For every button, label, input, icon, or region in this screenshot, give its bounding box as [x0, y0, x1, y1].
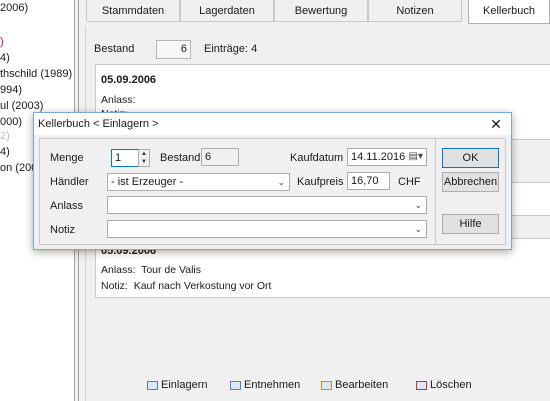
dialog-form: Menge 1 ▲ ▼ Bestand 6 Kaufdatum 14.11.201…: [39, 138, 506, 245]
loeschen-button[interactable]: Löschen: [416, 376, 472, 394]
wine-list-item[interactable]: 000): [0, 116, 22, 128]
bearbeiten-icon: [321, 380, 332, 390]
wine-list-item[interactable]: 4): [0, 146, 10, 158]
wine-list-item[interactable]: 2006): [0, 2, 28, 14]
calendar-icon[interactable]: ▤▾: [409, 149, 423, 165]
tab-notizen[interactable]: Notizen: [368, 0, 462, 22]
kaufpreis-input[interactable]: 16,70: [347, 172, 390, 190]
entry-notiz-label: Notiz:: [101, 280, 128, 292]
entry-anlass-label: Anlass:: [101, 94, 136, 106]
entry-anlass-label: Anlass:: [101, 264, 136, 276]
dialog-separator: [435, 139, 436, 244]
spin-arrows-icon[interactable]: ▲ ▼: [138, 149, 150, 167]
notiz-combo[interactable]: ⌄: [107, 220, 427, 238]
chevron-down-icon: ⌄: [414, 200, 422, 210]
menge-label: Menge: [50, 152, 84, 164]
einlagern-dialog: Kellerbuch < Einlagern > ✕ Menge 1 ▲ ▼ Be…: [33, 112, 512, 250]
bestand-field: 6: [201, 148, 239, 166]
kaufdatum-picker[interactable]: 14.11.2016 ▤▾: [347, 148, 427, 166]
menge-input[interactable]: 1: [111, 149, 139, 167]
dialog-title: Kellerbuch < Einlagern >: [38, 118, 159, 130]
einlagern-icon: [147, 380, 158, 390]
entry-notiz: Notiz: Kauf nach Verkostung vor Ort: [101, 280, 271, 292]
wine-list-item[interactable]: ul (2003): [0, 100, 43, 112]
button-label: Entnehmen: [244, 379, 301, 391]
tab-bewertung[interactable]: Bewertung: [274, 0, 368, 22]
haendler-value: - ist Erzeuger -: [111, 176, 184, 188]
tab-lagerdaten[interactable]: Lagerdaten: [180, 0, 274, 22]
button-label: Löschen: [430, 379, 472, 391]
button-label: Bearbeiten: [335, 379, 389, 391]
wine-list-item[interactable]: ): [0, 36, 4, 48]
wine-list-item[interactable]: 4): [0, 52, 10, 64]
button-label: Einlagern: [161, 379, 208, 391]
bestand-value: 6: [156, 40, 191, 59]
entnehmen-icon: [230, 380, 241, 390]
dialog-title-bar[interactable]: Kellerbuch < Einlagern > ✕: [34, 113, 511, 135]
entry-date: 05.09.2006: [101, 74, 157, 86]
loeschen-icon: [416, 380, 427, 390]
wine-list-item[interactable]: 994): [0, 84, 22, 96]
kaufdatum-label: Kaufdatum: [290, 152, 344, 164]
einlagern-button[interactable]: Einlagern: [147, 376, 207, 394]
kaufpreis-label: Kaufpreis: [297, 176, 344, 188]
haendler-select[interactable]: - ist Erzeuger - ⌄: [107, 173, 290, 191]
anlass-label: Anlass: [50, 200, 84, 212]
haendler-label: Händler: [50, 176, 89, 188]
entry-notiz-value: Kauf nach Verkostung vor Ort: [133, 280, 272, 292]
wine-list-item[interactable]: 2): [0, 130, 10, 142]
eintraege-count: Einträge: 4: [204, 43, 258, 55]
chevron-down-icon: ⌄: [277, 177, 285, 187]
currency-label: CHF: [398, 176, 421, 188]
tab-stammdaten[interactable]: Stammdaten: [86, 0, 180, 22]
entry-anlass: Anlass: Tour de Valis: [101, 264, 201, 276]
ok-button[interactable]: OK: [442, 148, 499, 168]
bearbeiten-button[interactable]: Bearbeiten: [321, 376, 388, 394]
hilfe-button[interactable]: Hilfe: [442, 214, 499, 234]
anlass-combo[interactable]: ⌄: [107, 196, 427, 214]
entry-anlass-value: Tour de Valis: [141, 264, 202, 276]
bestand-label: Bestand: [94, 43, 135, 55]
entnehmen-button[interactable]: Entnehmen: [230, 376, 300, 394]
tab-kellerbuch[interactable]: Kellerbuch: [468, 0, 550, 24]
chevron-down-icon: ⌄: [414, 224, 422, 234]
bestand-label: Bestand: [160, 152, 201, 164]
wine-list-item[interactable]: thschild (1989): [0, 68, 72, 80]
close-icon[interactable]: ✕: [487, 115, 505, 133]
kaufdatum-value: 14.11.2016: [351, 151, 406, 163]
abbrechen-button[interactable]: Abbrechen: [442, 172, 499, 192]
notiz-label: Notiz: [50, 224, 76, 236]
